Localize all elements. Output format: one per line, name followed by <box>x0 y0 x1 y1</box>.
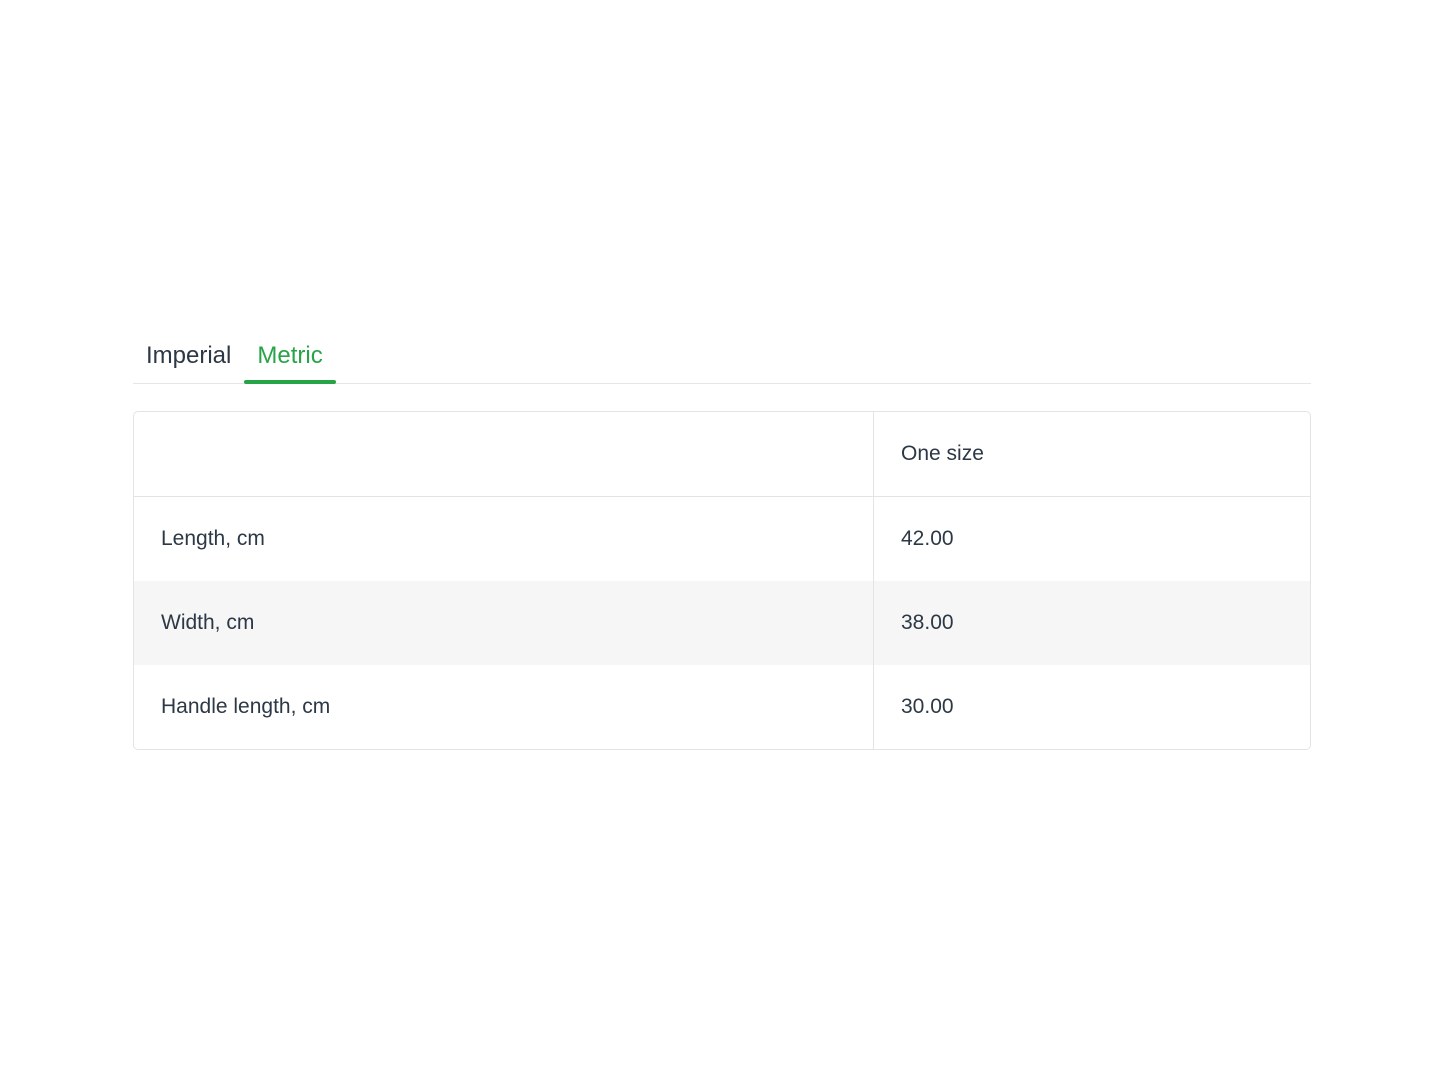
table-row: Width, cm 38.00 <box>134 581 1310 665</box>
row-value-handle-length: 30.00 <box>901 695 954 718</box>
tab-metric-label: Metric <box>257 342 323 369</box>
size-table: One size Length, cm 42.00 Width, cm 38.0… <box>133 411 1311 750</box>
tab-imperial-label: Imperial <box>146 342 232 369</box>
tab-metric[interactable]: Metric <box>244 329 337 384</box>
table-row: Length, cm 42.00 <box>134 497 1310 581</box>
table-header-row: One size <box>134 412 1310 497</box>
table-row: Handle length, cm 30.00 <box>134 665 1310 749</box>
header-empty-cell <box>134 412 874 496</box>
header-one-size-cell: One size <box>901 442 984 465</box>
row-value-width: 38.00 <box>901 611 954 634</box>
tab-imperial[interactable]: Imperial <box>133 329 244 383</box>
row-label-length: Length, cm <box>134 497 874 581</box>
size-chart-widget: Imperial Metric One size Length, cm 42.0… <box>133 329 1311 750</box>
unit-tabs: Imperial Metric <box>133 329 1311 384</box>
row-label-width: Width, cm <box>134 581 874 665</box>
row-label-handle-length: Handle length, cm <box>134 665 874 749</box>
row-value-length: 42.00 <box>901 527 954 550</box>
